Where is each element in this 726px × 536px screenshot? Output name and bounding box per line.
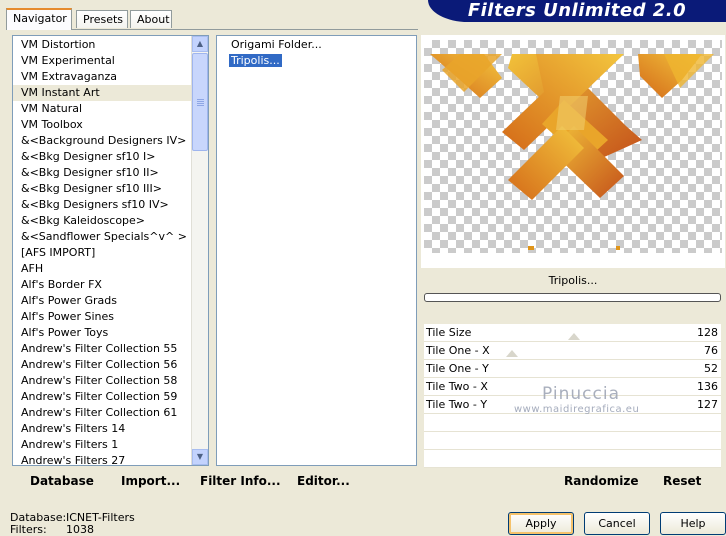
- category-item[interactable]: VM Distortion: [13, 37, 208, 53]
- category-item[interactable]: Andrew's Filter Collection 56: [13, 357, 208, 373]
- category-item[interactable]: &<Background Designers IV>: [13, 133, 208, 149]
- tab-presets[interactable]: Presets: [76, 10, 128, 28]
- slider-markers: [506, 333, 580, 357]
- preview-image: [430, 54, 714, 250]
- category-item[interactable]: Alf's Power Grads: [13, 293, 208, 309]
- watermark-url: www.maidiregrafica.eu: [514, 404, 640, 415]
- bottom-toolbar: Database Import... Filter Info... Editor…: [12, 470, 418, 492]
- scroll-thumb[interactable]: [192, 53, 208, 151]
- param-empty-row: [424, 414, 721, 432]
- filter-item-tripolis[interactable]: Tripolis...: [217, 53, 416, 69]
- param-label: Tile Two - Y: [426, 398, 488, 411]
- category-item[interactable]: Alf's Border FX: [13, 277, 208, 293]
- filters-count-value: 1038: [66, 523, 94, 536]
- param-empty-row: [424, 450, 721, 468]
- category-item[interactable]: Andrew's Filters 1: [13, 437, 208, 453]
- category-item[interactable]: Andrew's Filter Collection 61: [13, 405, 208, 421]
- param-label: Tile Two - X: [426, 380, 488, 393]
- progress-bar: [424, 293, 721, 302]
- category-item[interactable]: &<Bkg Designer sf10 I>: [13, 149, 208, 165]
- category-item[interactable]: &<Bkg Designers sf10 IV>: [13, 197, 208, 213]
- apply-button[interactable]: Apply: [508, 512, 574, 535]
- category-item[interactable]: VM Natural: [13, 101, 208, 117]
- category-item[interactable]: &<Bkg Designer sf10 II>: [13, 165, 208, 181]
- filter-item-origami[interactable]: Origami Folder...: [217, 37, 416, 53]
- status-area: Database:ICNET-Filters Filters: 1038: [10, 512, 135, 536]
- category-item[interactable]: VM Extravaganza: [13, 69, 208, 85]
- category-item[interactable]: AFH: [13, 261, 208, 277]
- category-item[interactable]: Andrew's Filter Collection 59: [13, 389, 208, 405]
- param-value: 136: [697, 380, 718, 393]
- filter-name-label: Tripolis...: [424, 271, 722, 291]
- category-list[interactable]: VM Distortion VM Experimental VM Extravaga…: [12, 35, 209, 466]
- cancel-button[interactable]: Cancel: [584, 512, 650, 535]
- param-tile-one-y[interactable]: Tile One - Y 52: [424, 360, 721, 378]
- param-empty-row: [424, 432, 721, 450]
- help-button[interactable]: Help: [660, 512, 726, 535]
- scroll-down-icon[interactable]: ▼: [192, 449, 208, 465]
- category-item[interactable]: Alf's Power Sines: [13, 309, 208, 325]
- editor-button[interactable]: Editor...: [297, 470, 350, 492]
- scroll-up-icon[interactable]: ▲: [192, 36, 208, 52]
- category-item[interactable]: &<Sandflower Specials^v^ >: [13, 229, 208, 245]
- category-item[interactable]: Andrew's Filters 27: [13, 453, 208, 465]
- param-value: 52: [704, 362, 718, 375]
- tab-navigator[interactable]: Navigator: [6, 8, 72, 30]
- category-items: VM Distortion VM Experimental VM Extravaga…: [13, 36, 208, 465]
- preview-canvas: [424, 40, 722, 253]
- category-item[interactable]: VM Experimental: [13, 53, 208, 69]
- filter-list[interactable]: Origami Folder... Tripolis...: [216, 35, 417, 466]
- category-item[interactable]: &<Bkg Designer sf10 III>: [13, 181, 208, 197]
- category-item[interactable]: Alf's Power Toys: [13, 325, 208, 341]
- reset-button[interactable]: Reset: [663, 470, 701, 492]
- database-button[interactable]: Database: [30, 470, 94, 492]
- category-item[interactable]: VM Instant Art: [13, 85, 208, 101]
- category-item[interactable]: Andrew's Filter Collection 55: [13, 341, 208, 357]
- filters-count-label: Filters:: [10, 523, 47, 536]
- randomize-button[interactable]: Randomize: [564, 470, 638, 492]
- category-item[interactable]: Andrew's Filter Collection 58: [13, 373, 208, 389]
- filter-info-button[interactable]: Filter Info...: [200, 470, 281, 492]
- category-scrollbar[interactable]: ▲ ▼: [191, 36, 208, 465]
- import-button[interactable]: Import...: [121, 470, 180, 492]
- tab-about[interactable]: About: [130, 10, 172, 28]
- app-banner: Filters Unlimited 2.0: [428, 0, 726, 22]
- param-label: Tile One - Y: [426, 362, 489, 375]
- category-item[interactable]: Andrew's Filters 14: [13, 421, 208, 437]
- category-item[interactable]: [AFS IMPORT]: [13, 245, 208, 261]
- category-item[interactable]: &<Bkg Kaleidoscope>: [13, 213, 208, 229]
- param-value: 127: [697, 398, 718, 411]
- watermark-name: Pinuccia: [542, 384, 620, 404]
- category-item[interactable]: VM Toolbox: [13, 117, 208, 133]
